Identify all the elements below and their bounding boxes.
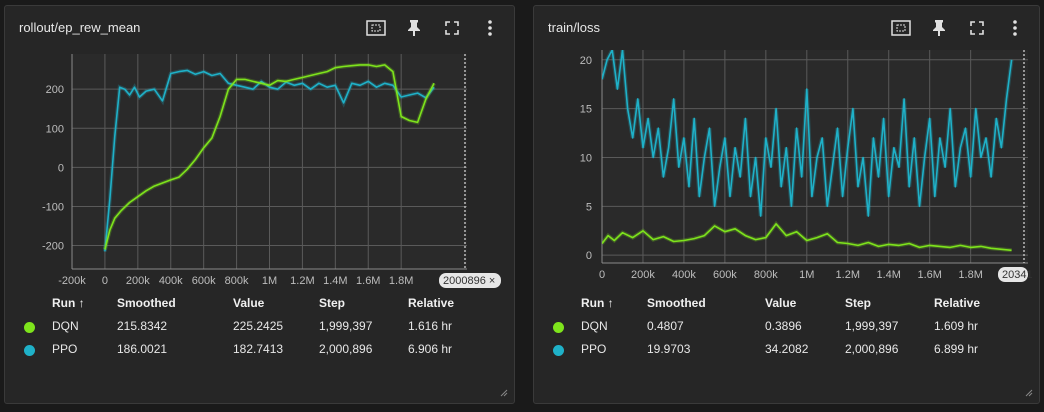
pin-button[interactable] <box>927 17 951 39</box>
y-tick-label: 200 <box>46 84 64 96</box>
table-row: PPO 19.9703 34.2082 2,000,896 6.899 hr <box>534 342 1039 362</box>
x-tick-label: 1.2M <box>290 275 314 287</box>
run-color-dot <box>24 322 35 333</box>
row-value: 0.3896 <box>765 319 802 333</box>
y-tick-label: 5 <box>586 201 592 213</box>
y-tick-label: 0 <box>586 250 592 262</box>
header-run[interactable]: Run ↑ <box>581 296 614 310</box>
fit-domain-icon <box>891 20 911 36</box>
more-options-button[interactable] <box>1003 17 1027 39</box>
chart-train-loss: 0 5 10 15 20 0 200k 400k 600k 800k 1M 1.2M 1.4M 1.6M 1… <box>580 50 1033 282</box>
run-color-dot <box>553 322 564 333</box>
row-step: 2,000,896 <box>845 342 899 356</box>
resize-handle-icon[interactable] <box>500 389 508 397</box>
x-tick-label: 1.8M <box>389 275 413 287</box>
table-header-row: Run ↑ Smoothed Value Step Relative <box>5 296 514 316</box>
chart-toolbar <box>889 17 1027 39</box>
row-smoothed: 0.4807 <box>647 319 684 333</box>
hover-step-label: 2000896 × <box>443 275 495 287</box>
row-run: DQN <box>581 319 608 333</box>
row-step: 1,999,397 <box>319 319 373 333</box>
table-row: PPO 186.0021 182.7413 2,000,896 6.906 hr <box>5 342 514 362</box>
chart-card-rollout: -200 -100 0 100 200 -200k 0 200k 400k 600k 800k 1M 1… <box>4 5 515 404</box>
run-color-dot <box>553 345 564 356</box>
header-run[interactable]: Run ↑ <box>52 296 85 310</box>
header-step[interactable]: Step <box>319 296 345 310</box>
row-smoothed: 186.0021 <box>117 342 168 356</box>
chart-title: rollout/ep_rew_mean <box>19 20 141 35</box>
pin-icon <box>408 20 420 36</box>
x-tick-label: 600k <box>713 269 737 281</box>
x-tick-label: 0 <box>102 275 108 287</box>
y-tick-label: 10 <box>580 152 592 164</box>
x-tick-label: 1.6M <box>917 269 941 281</box>
header-smoothed[interactable]: Smoothed <box>117 296 176 310</box>
more-vert-icon <box>488 20 492 36</box>
header-smoothed[interactable]: Smoothed <box>647 296 706 310</box>
x-tick-label: 600k <box>192 275 216 287</box>
row-value: 225.2425 <box>233 319 284 333</box>
table-row: DQN 215.8342 225.2425 1,999,397 1.616 hr <box>5 319 514 339</box>
row-smoothed: 215.8342 <box>117 319 168 333</box>
chart-title: train/loss <box>548 20 601 35</box>
pin-icon <box>933 20 945 36</box>
y-tick-label: 100 <box>46 123 64 135</box>
x-tick-label: 1M <box>799 269 814 281</box>
header-step[interactable]: Step <box>845 296 871 310</box>
header-relative[interactable]: Relative <box>934 296 980 310</box>
x-tick-label: 800k <box>754 269 778 281</box>
x-tick-label: 1.8M <box>958 269 982 281</box>
table-header-row: Run ↑ Smoothed Value Step Relative <box>534 296 1039 316</box>
x-tick-label: 800k <box>225 275 249 287</box>
x-tick-label: 400k <box>672 269 696 281</box>
fit-domain-icon <box>366 20 386 36</box>
row-value: 182.7413 <box>233 342 284 356</box>
y-tick-label: -100 <box>42 201 64 213</box>
chart-rollout-ep-rew-mean: -200 -100 0 100 200 -200k 0 200k 400k 600k 800k 1M 1… <box>42 54 501 288</box>
y-tick-label: 15 <box>580 104 592 116</box>
x-tick-label: 400k <box>159 275 183 287</box>
x-tick-label: -200k <box>58 275 86 287</box>
fit-domain-button[interactable] <box>889 17 913 39</box>
y-tick-label: -200 <box>42 241 64 253</box>
row-value: 34.2082 <box>765 342 809 356</box>
x-tick-label: 1M <box>262 275 277 287</box>
chart-card-train-loss: 0 5 10 15 20 0 200k 400k 600k 800k 1M 1.2M 1.4M 1.6M 1… <box>533 5 1040 404</box>
row-step: 2,000,896 <box>319 342 373 356</box>
pin-button[interactable] <box>402 17 426 39</box>
fullscreen-button[interactable] <box>965 17 989 39</box>
fullscreen-icon <box>970 21 984 35</box>
chart-toolbar <box>364 17 502 39</box>
row-run: PPO <box>581 342 607 356</box>
row-run: DQN <box>52 319 79 333</box>
row-relative: 6.899 hr <box>934 342 979 356</box>
row-relative: 6.906 hr <box>408 342 453 356</box>
header-relative[interactable]: Relative <box>408 296 454 310</box>
y-tick-label: 20 <box>580 55 592 67</box>
x-tick-label: 1.2M <box>836 269 860 281</box>
row-run: PPO <box>52 342 78 356</box>
x-tick-label: 200k <box>126 275 150 287</box>
x-tick-label: 1.6M <box>356 275 380 287</box>
fullscreen-icon <box>445 21 459 35</box>
resize-handle-icon[interactable] <box>1025 389 1033 397</box>
row-smoothed: 19.9703 <box>647 342 691 356</box>
row-relative: 1.616 hr <box>408 319 453 333</box>
fullscreen-button[interactable] <box>440 17 464 39</box>
more-vert-icon <box>1013 20 1017 36</box>
header-value[interactable]: Value <box>765 296 796 310</box>
hover-step-label: 20341 <box>1002 269 1033 281</box>
x-tick-label: 0 <box>599 269 605 281</box>
x-tick-label: 1.4M <box>323 275 347 287</box>
x-tick-label: 1.4M <box>876 269 900 281</box>
table-row: DQN 0.4807 0.3896 1,999,397 1.609 hr <box>534 319 1039 339</box>
x-tick-label: 200k <box>631 269 655 281</box>
row-relative: 1.609 hr <box>934 319 979 333</box>
header-value[interactable]: Value <box>233 296 264 310</box>
row-step: 1,999,397 <box>845 319 899 333</box>
run-color-dot <box>24 345 35 356</box>
fit-domain-button[interactable] <box>364 17 388 39</box>
y-tick-label: 0 <box>58 162 64 174</box>
more-options-button[interactable] <box>478 17 502 39</box>
